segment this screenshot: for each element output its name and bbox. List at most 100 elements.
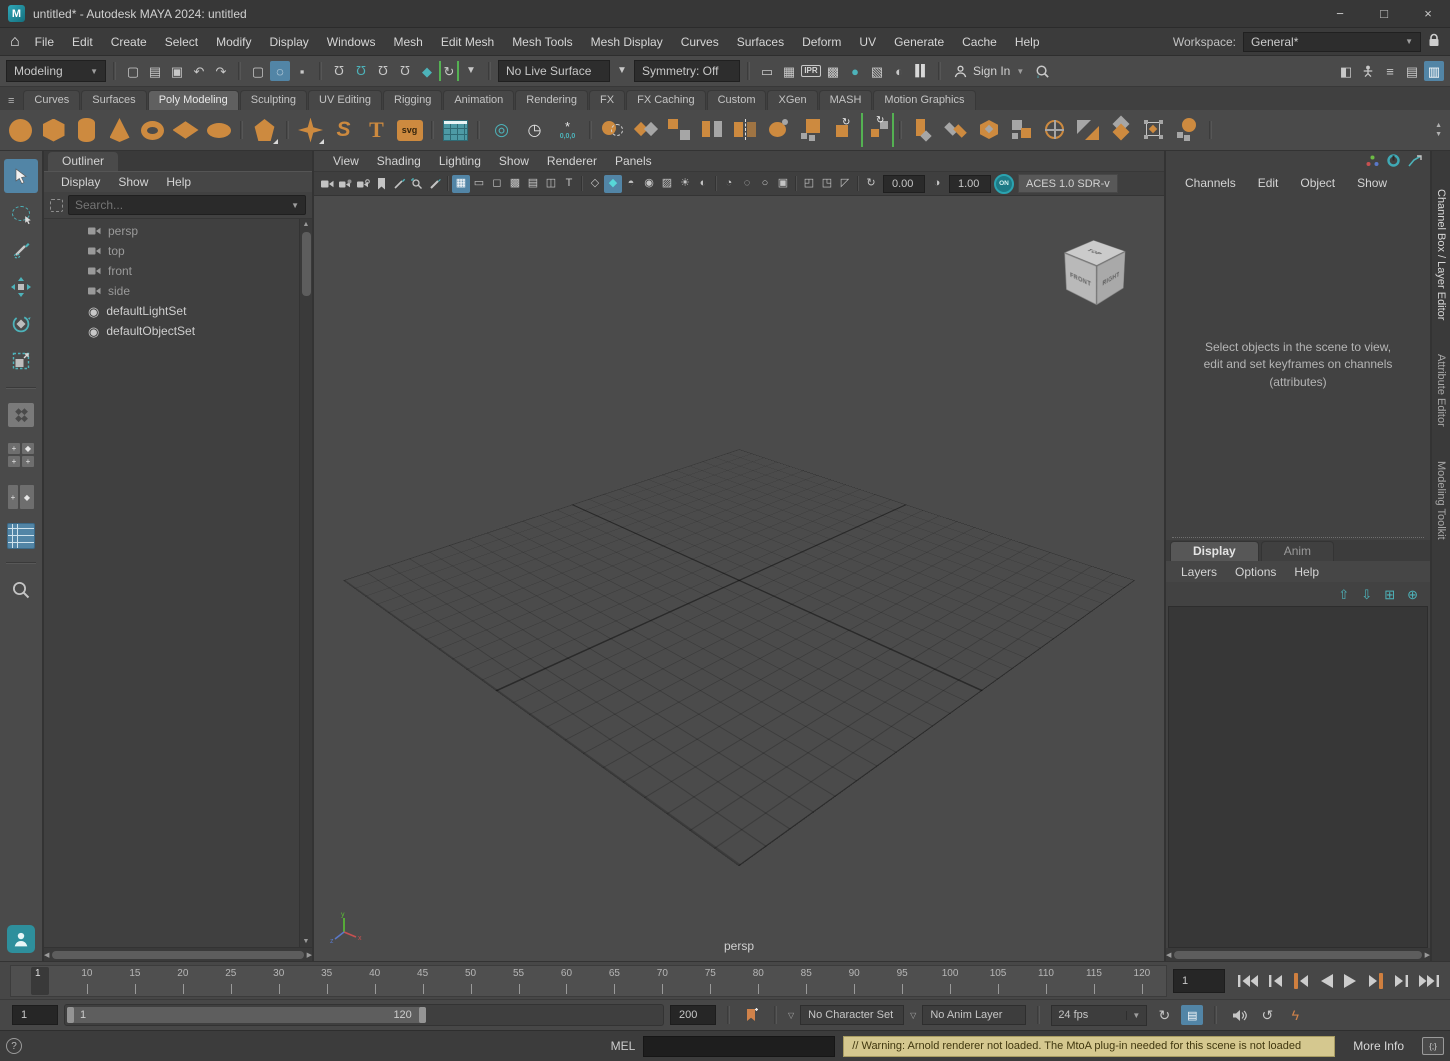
- tool-settings-toggle-icon[interactable]: ▥: [1424, 61, 1444, 81]
- chevron-down-icon[interactable]: ▼: [291, 201, 299, 210]
- two-pane-layout-button[interactable]: +◆: [4, 478, 38, 516]
- shelf-tab-4[interactable]: UV Editing: [308, 90, 382, 110]
- viewport-canvas[interactable]: FRONT RIGHT TOP y x z persp: [314, 196, 1164, 961]
- layer-list[interactable]: [1168, 606, 1428, 948]
- shelf-tab-11[interactable]: XGen: [767, 90, 817, 110]
- arrow-up-icon[interactable]: ▲: [1435, 122, 1442, 129]
- menu-item-17[interactable]: Help: [1006, 35, 1049, 49]
- command-language-label[interactable]: MEL: [611, 1039, 636, 1053]
- new-scene-icon[interactable]: ▢: [123, 61, 143, 81]
- poly-cube-icon[interactable]: [37, 113, 70, 147]
- shelf-tab-12[interactable]: MASH: [819, 90, 873, 110]
- select-component-icon[interactable]: ▪: [292, 61, 312, 81]
- go-to-end-button[interactable]: [1418, 974, 1440, 988]
- outliner-item-persp[interactable]: persp: [44, 221, 299, 241]
- freeze-transformations-icon[interactable]: *0,0,0: [551, 113, 584, 147]
- select-tool[interactable]: [4, 159, 38, 193]
- script-editor-icon[interactable]: {;}: [1422, 1037, 1444, 1055]
- poly-plane-icon[interactable]: [169, 113, 202, 147]
- snap-to-grid-icon[interactable]: Ω: [329, 61, 349, 81]
- scrollbar-thumb[interactable]: [302, 232, 311, 296]
- tab-modeling-toolkit[interactable]: Modeling Toolkit: [1435, 461, 1447, 540]
- four-view-layout-button[interactable]: +◆++: [4, 435, 38, 475]
- layer-editor-tab-0[interactable]: Display: [1170, 541, 1259, 561]
- lock-icon[interactable]: [1428, 33, 1440, 50]
- next-key-button[interactable]: [1367, 973, 1384, 989]
- camera-crop-icon[interactable]: ◸: [836, 175, 854, 193]
- smooth-icon[interactable]: [1105, 113, 1138, 147]
- menu-item-16[interactable]: Cache: [953, 35, 1006, 49]
- outliner-item-side[interactable]: side: [44, 281, 299, 301]
- viewport-menu-4[interactable]: Renderer: [538, 154, 606, 168]
- sign-in-button[interactable]: Sign In ▼: [948, 60, 1030, 82]
- layer-editor-tab-1[interactable]: Anim: [1261, 541, 1334, 561]
- channel-box-menu-2[interactable]: Object: [1291, 176, 1344, 190]
- menu-item-8[interactable]: Edit Mesh: [432, 35, 503, 49]
- color-management-toggle[interactable]: ON: [994, 174, 1014, 194]
- smooth-shade-icon[interactable]: ◆: [604, 175, 622, 193]
- delete-history-icon[interactable]: ◷: [518, 113, 551, 147]
- type-tool-icon[interactable]: T: [360, 113, 393, 147]
- shelf-tab-5[interactable]: Rigging: [383, 90, 442, 110]
- maximize-button[interactable]: □: [1362, 0, 1406, 27]
- contrast-icon[interactable]: ◑: [928, 175, 946, 193]
- extract-faces-icon[interactable]: [696, 113, 729, 147]
- menu-item-15[interactable]: Generate: [885, 35, 953, 49]
- menu-item-9[interactable]: Mesh Tools: [503, 35, 581, 49]
- duplicate-face-icon[interactable]: [1072, 113, 1105, 147]
- viewport-menu-2[interactable]: Lighting: [430, 154, 490, 168]
- symmetry-field[interactable]: Symmetry: Off: [634, 60, 740, 82]
- render-current-frame-icon[interactable]: ▦: [779, 61, 799, 81]
- paint-select-tool[interactable]: [4, 233, 38, 267]
- bridge-icon[interactable]: [973, 113, 1006, 147]
- shelf-tab-7[interactable]: Rendering: [515, 90, 588, 110]
- snap-to-point-icon[interactable]: Ω: [373, 61, 393, 81]
- play-forwards-button[interactable]: [1343, 973, 1358, 989]
- single-pane-layout-button[interactable]: ◆◆◆◆: [4, 398, 38, 432]
- shadows-toggle-icon[interactable]: ◐: [694, 175, 712, 193]
- rotate-tool[interactable]: [4, 307, 38, 341]
- create-layer-from-selected-icon[interactable]: ⊕: [1407, 588, 1418, 601]
- shelf-tab-1[interactable]: Surfaces: [81, 90, 146, 110]
- grid-toggle-icon[interactable]: ▦: [452, 175, 470, 193]
- menu-item-2[interactable]: Create: [102, 35, 156, 49]
- viewport-menu-3[interactable]: Show: [490, 154, 538, 168]
- attribute-editor-toggle-icon[interactable]: ▤: [1402, 61, 1422, 81]
- chevron-down-icon[interactable]: ▼: [612, 61, 632, 81]
- warning-message[interactable]: // Warning: Arnold renderer not loaded. …: [843, 1036, 1335, 1057]
- live-surface-field[interactable]: No Live Surface: [498, 60, 610, 82]
- user-avatar[interactable]: [7, 925, 35, 953]
- camera-attributes-icon[interactable]: [354, 175, 372, 193]
- current-frame-field[interactable]: [1173, 969, 1225, 993]
- poly-cylinder-icon[interactable]: [70, 113, 103, 147]
- grease-pencil-icon[interactable]: [426, 175, 444, 193]
- circularize-icon[interactable]: [1039, 113, 1072, 147]
- arrow-right-icon[interactable]: ▶: [307, 949, 312, 961]
- fps-select[interactable]: 24 fps ▼: [1051, 1005, 1147, 1026]
- bookmark-add-icon[interactable]: [741, 1005, 763, 1025]
- menu-item-7[interactable]: Mesh: [384, 35, 431, 49]
- outliner-menu-0[interactable]: Display: [52, 175, 109, 189]
- arrow-down-icon[interactable]: ▼: [1435, 131, 1442, 138]
- construction-history-icon[interactable]: ↻: [439, 61, 459, 81]
- menu-item-10[interactable]: Mesh Display: [582, 35, 672, 49]
- use-default-material-icon[interactable]: ◉: [640, 175, 658, 193]
- mirror-icon[interactable]: [729, 113, 762, 147]
- evaluation-mode-icon[interactable]: ϟ: [1284, 1005, 1306, 1025]
- exposure-icon[interactable]: ↻: [862, 175, 880, 193]
- scrollbar-thumb[interactable]: [52, 951, 303, 959]
- outliner-item-front[interactable]: front: [44, 261, 299, 281]
- search-icon[interactable]: x: [1032, 61, 1052, 81]
- play-backwards-button[interactable]: [1319, 973, 1334, 989]
- zoom-tool-icon[interactable]: [4, 573, 38, 607]
- more-info-button[interactable]: More Info: [1343, 1039, 1414, 1053]
- scale-tool[interactable]: [4, 344, 38, 378]
- viewport-menu-0[interactable]: View: [324, 154, 368, 168]
- center-pivot-icon[interactable]: ◎: [485, 113, 518, 147]
- playback-loop-icon[interactable]: ↻: [1153, 1005, 1175, 1025]
- menu-item-5[interactable]: Display: [260, 35, 317, 49]
- chevron-down-icon[interactable]: ▽: [788, 1011, 794, 1020]
- outliner-tab[interactable]: Outliner: [48, 152, 118, 171]
- menu-set-select[interactable]: Modeling ▼: [6, 60, 106, 82]
- open-scene-icon[interactable]: ▤: [145, 61, 165, 81]
